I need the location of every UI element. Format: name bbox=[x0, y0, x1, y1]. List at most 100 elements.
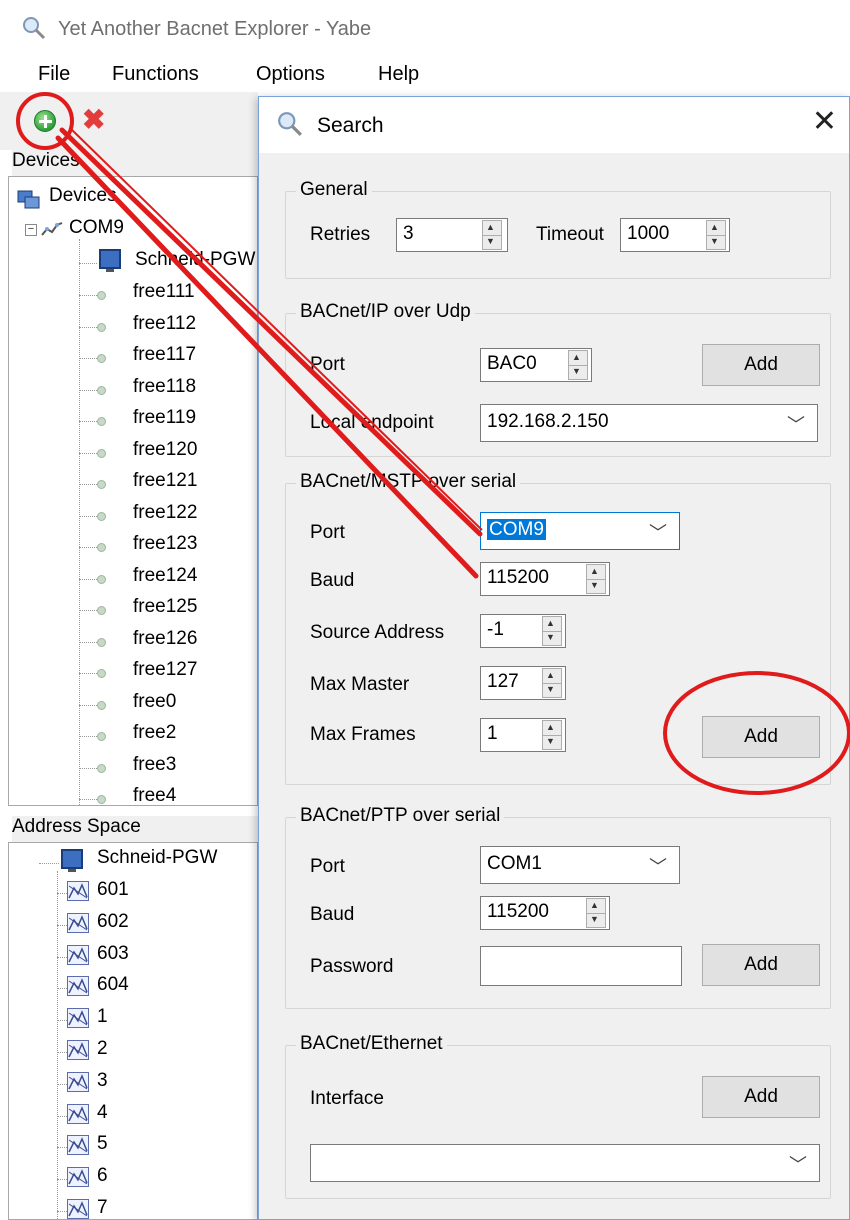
local-endpoint-value: 192.168.2.150 bbox=[487, 411, 609, 432]
device-list-item[interactable]: free122 bbox=[133, 502, 197, 532]
address-list-item[interactable]: 4 bbox=[97, 1102, 108, 1132]
ip-group: BACnet/IP over Udp Port BAC0 Add Local e… bbox=[285, 301, 831, 457]
port-node[interactable]: COM9 bbox=[69, 217, 124, 247]
ethernet-add-button[interactable]: Add bbox=[702, 1076, 820, 1118]
menu-help[interactable]: Help bbox=[378, 63, 419, 86]
add-device-icon[interactable] bbox=[34, 110, 56, 132]
address-list-item[interactable]: 601 bbox=[97, 879, 129, 909]
device-list-item[interactable]: free123 bbox=[133, 533, 197, 563]
trend-log-icon bbox=[67, 881, 89, 901]
menu-options[interactable]: Options bbox=[256, 63, 325, 86]
device-list-item[interactable]: free127 bbox=[133, 659, 197, 689]
device-list-item[interactable]: free111 bbox=[133, 281, 195, 311]
chevron-down-icon: ﹀ bbox=[789, 1155, 807, 1175]
address-list-item[interactable]: 5 bbox=[97, 1133, 108, 1163]
interface-label: Interface bbox=[310, 1088, 384, 1109]
address-list-item[interactable]: 2 bbox=[97, 1038, 108, 1068]
collapse-icon[interactable]: − bbox=[25, 224, 37, 236]
close-icon[interactable]: ✕ bbox=[812, 107, 837, 137]
serial-port-icon bbox=[41, 222, 63, 236]
device-list-item[interactable]: free2 bbox=[133, 722, 176, 752]
retries-spinner[interactable] bbox=[482, 220, 502, 250]
mstp-baud-label: Baud bbox=[310, 570, 355, 591]
device-list-item[interactable]: free3 bbox=[133, 754, 176, 784]
device-status-icon bbox=[97, 291, 106, 300]
trend-log-icon bbox=[67, 1103, 89, 1124]
general-group-title: General bbox=[296, 179, 372, 201]
ip-group-title: BACnet/IP over Udp bbox=[296, 301, 475, 323]
device-status-icon bbox=[97, 417, 106, 426]
menu-file[interactable]: File bbox=[38, 63, 70, 86]
device-list-item[interactable]: free124 bbox=[133, 565, 197, 595]
device-list-item[interactable]: free0 bbox=[133, 691, 176, 721]
source-address-label: Source Address bbox=[310, 622, 445, 643]
device-status-icon bbox=[97, 543, 106, 552]
mstp-add-button[interactable]: Add bbox=[702, 716, 820, 758]
address-list-item[interactable]: 604 bbox=[97, 974, 129, 1004]
address-space-tree[interactable]: Schneid-PGW 601 602 603 604 1 2 3 4 5 6 7 bbox=[8, 842, 258, 1220]
address-list-item[interactable]: 6 bbox=[97, 1165, 108, 1195]
address-list-item[interactable]: 602 bbox=[97, 911, 129, 941]
ptp-group-title: BACnet/PTP over serial bbox=[296, 805, 505, 827]
device-list-item[interactable]: free112 bbox=[133, 313, 196, 343]
mstp-port-select[interactable]: COM9 ﹀ bbox=[480, 512, 680, 550]
device-status-icon bbox=[97, 732, 106, 741]
device-status-icon bbox=[97, 448, 106, 458]
device-node[interactable]: Schneid-PGW bbox=[135, 249, 255, 279]
password-label: Password bbox=[310, 956, 394, 977]
mstp-port-label: Port bbox=[310, 522, 345, 543]
device-list-item[interactable]: free117 bbox=[133, 344, 196, 374]
device-list-item[interactable]: free4 bbox=[133, 785, 176, 805]
interface-select[interactable]: ﹀ bbox=[310, 1144, 820, 1182]
ip-port-label: Port bbox=[310, 354, 345, 375]
trend-log-icon bbox=[67, 1135, 89, 1156]
max-frames-spinner[interactable] bbox=[542, 720, 562, 750]
device-status-icon bbox=[97, 354, 106, 363]
local-endpoint-select[interactable]: 192.168.2.150 ﹀ bbox=[480, 404, 818, 442]
ethernet-group-title: BACnet/Ethernet bbox=[296, 1033, 447, 1055]
menu-functions[interactable]: Functions bbox=[112, 63, 199, 86]
window-title: Yet Another Bacnet Explorer - Yabe bbox=[58, 18, 372, 40]
remove-device-icon[interactable]: ✖ bbox=[82, 106, 105, 134]
source-address-spinner[interactable] bbox=[542, 616, 562, 646]
device-list-item[interactable]: free119 bbox=[133, 407, 196, 437]
ptp-add-button[interactable]: Add bbox=[702, 944, 820, 986]
max-frames-label: Max Frames bbox=[310, 724, 416, 745]
device-status-icon bbox=[97, 763, 106, 773]
ip-add-button[interactable]: Add bbox=[702, 344, 820, 386]
timeout-spinner[interactable] bbox=[706, 220, 726, 250]
dialog-title: Search bbox=[317, 114, 384, 137]
address-list-item[interactable]: 603 bbox=[97, 943, 129, 973]
retries-label: Retries bbox=[310, 224, 371, 245]
address-list-item[interactable]: 1 bbox=[97, 1006, 108, 1036]
device-list-item[interactable]: free126 bbox=[133, 628, 197, 658]
ip-port-spinner[interactable] bbox=[568, 350, 588, 380]
devices-root-icon bbox=[17, 190, 40, 209]
dialog-titlebar: Search ✕ bbox=[259, 97, 849, 153]
device-list-item[interactable]: free125 bbox=[133, 596, 197, 626]
trend-log-icon bbox=[67, 1199, 89, 1219]
ptp-port-value: COM1 bbox=[487, 853, 542, 874]
address-list-item[interactable]: 3 bbox=[97, 1070, 108, 1100]
mstp-baud-spinner[interactable] bbox=[586, 564, 606, 594]
device-status-icon bbox=[97, 480, 106, 489]
max-master-label: Max Master bbox=[310, 674, 410, 695]
address-list-item[interactable]: 7 bbox=[97, 1197, 108, 1219]
trend-log-icon bbox=[67, 1071, 89, 1092]
device-status-icon bbox=[97, 669, 106, 678]
trend-log-icon bbox=[67, 1167, 89, 1188]
device-status-icon bbox=[97, 511, 106, 521]
magnifier-icon bbox=[278, 112, 302, 136]
devices-tree[interactable]: Devices − COM9 Schneid-PGW free111 free11… bbox=[8, 176, 258, 806]
ptp-port-select[interactable]: COM1 ﹀ bbox=[480, 846, 680, 884]
device-list-item[interactable]: free120 bbox=[133, 439, 197, 469]
ethernet-group: BACnet/Ethernet Interface Add ﹀ bbox=[285, 1033, 831, 1199]
device-list-item[interactable]: free121 bbox=[133, 470, 197, 500]
mstp-group: BACnet/MSTP over serial Port COM9 ﹀ Baud… bbox=[285, 471, 831, 785]
ptp-baud-spinner[interactable] bbox=[586, 898, 606, 928]
devices-root-label[interactable]: Devices bbox=[49, 185, 117, 215]
password-input[interactable] bbox=[480, 946, 682, 986]
max-master-spinner[interactable] bbox=[542, 668, 562, 698]
device-list-item[interactable]: free118 bbox=[133, 376, 196, 406]
address-root[interactable]: Schneid-PGW bbox=[97, 847, 217, 877]
